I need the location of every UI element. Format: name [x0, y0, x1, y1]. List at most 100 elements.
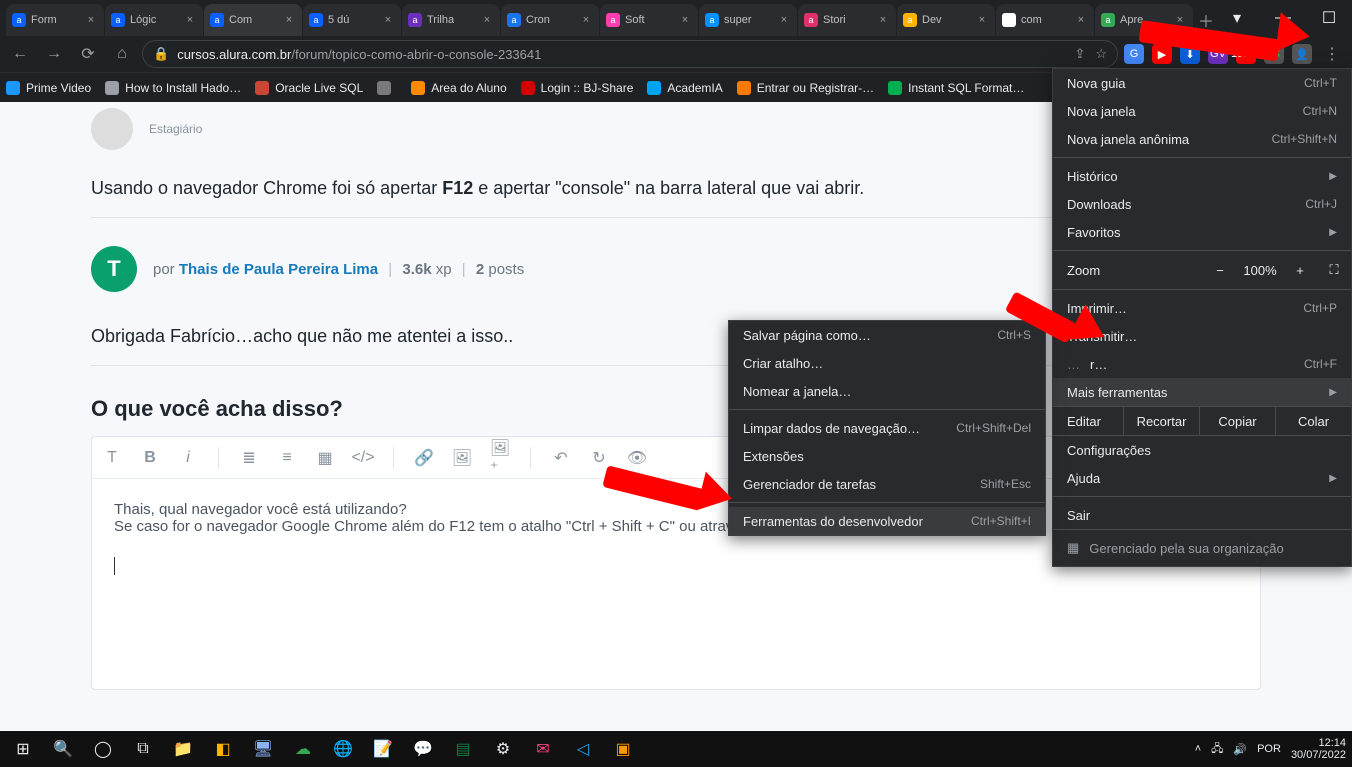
share-icon[interactable]: ⇪	[1074, 46, 1085, 62]
extension-icon[interactable]: GV	[1208, 44, 1228, 64]
new-tab-button[interactable]: ＋	[1198, 6, 1214, 34]
menu-paste-button[interactable]: Colar	[1275, 407, 1351, 435]
nav-reload-button[interactable]: ⟳	[74, 40, 102, 68]
close-tab-icon[interactable]: ×	[678, 13, 692, 27]
app-icon[interactable]: 💬	[406, 734, 440, 764]
close-tab-icon[interactable]: ×	[1173, 13, 1187, 27]
star-icon[interactable]: ☆	[1095, 46, 1107, 62]
close-tab-icon[interactable]: ×	[777, 13, 791, 27]
menu-item[interactable]: Nova guiaCtrl+T	[1053, 69, 1351, 97]
zoom-out-button[interactable]: −	[1203, 263, 1237, 278]
bookmark-item[interactable]: Oracle Live SQL	[255, 81, 363, 95]
italic-button[interactable]: i	[178, 448, 198, 468]
extension-icon[interactable]: ⬇	[1180, 44, 1200, 64]
menu-item[interactable]: Gerenciador de tarefasShift+Esc	[729, 470, 1045, 498]
chrome-menu-button[interactable]: ⋮	[1318, 40, 1346, 68]
menu-item-exit[interactable]: Sair	[1053, 501, 1351, 529]
browser-tab[interactable]: aStori×	[798, 4, 896, 36]
menu-item-history[interactable]: Histórico▶	[1053, 162, 1351, 190]
browser-tab[interactable]: aCron×	[501, 4, 599, 36]
list-ul-button[interactable]: ≣	[239, 448, 259, 468]
preview-button[interactable]: 👁	[627, 448, 647, 468]
close-tab-icon[interactable]: ×	[84, 13, 98, 27]
minimize-button[interactable]: —	[1260, 0, 1306, 36]
maximize-button[interactable]: ☐	[1306, 0, 1352, 36]
undo-button[interactable]: ↶	[551, 448, 571, 468]
cortana-button[interactable]: ◯	[86, 734, 120, 764]
menu-item[interactable]: Limpar dados de navegação…Ctrl+Shift+Del	[729, 414, 1045, 442]
browser-tab[interactable]: aTrilha×	[402, 4, 500, 36]
bookmark-item[interactable]: Entrar ou Registrar-…	[737, 81, 874, 95]
menu-item-find[interactable]: …r…Ctrl+F	[1053, 350, 1351, 378]
taskbar-clock[interactable]: 12:14 30/07/2022	[1291, 737, 1346, 761]
link-button[interactable]: 🔗	[414, 448, 434, 468]
menu-item[interactable]: Nova janelaCtrl+N	[1053, 97, 1351, 125]
app-icon[interactable]: ☁	[286, 734, 320, 764]
menu-item[interactable]: Nova janela anônimaCtrl+Shift+N	[1053, 125, 1351, 153]
menu-item-devtools[interactable]: Ferramentas do desenvolvedorCtrl+Shift+I	[729, 507, 1045, 535]
menu-item[interactable]: Criar atalho…	[729, 349, 1045, 377]
browser-tab[interactable]: aForm×	[6, 4, 104, 36]
browser-tab[interactable]: aApre×	[1095, 4, 1193, 36]
browser-tab[interactable]: aSoft×	[600, 4, 698, 36]
tray-volume-icon[interactable]: 🔊	[1233, 743, 1247, 756]
bookmark-item[interactable]: Instant SQL Format…	[888, 81, 1024, 95]
extension-icon[interactable]: 15min	[1236, 44, 1256, 64]
close-tab-icon[interactable]: ×	[381, 13, 395, 27]
browser-tab[interactable]: aCom×	[204, 4, 302, 36]
tray-language[interactable]: POR	[1257, 743, 1281, 755]
search-button[interactable]: 🔍	[46, 734, 80, 764]
extension-icon[interactable]: 👤	[1292, 44, 1312, 64]
menu-cut-button[interactable]: Recortar	[1123, 407, 1199, 435]
close-tab-icon[interactable]: ×	[975, 13, 989, 27]
tray-chevron-icon[interactable]: ˄	[1195, 743, 1201, 755]
sublime-icon[interactable]: ▣	[606, 734, 640, 764]
bookmark-item[interactable]: Area do Aluno	[411, 81, 506, 95]
close-tab-icon[interactable]: ×	[183, 13, 197, 27]
table-button[interactable]: ▦	[315, 448, 335, 468]
app-icon[interactable]: ✉	[526, 734, 560, 764]
author-link[interactable]: Thais de Paula Pereira Lima	[179, 261, 378, 278]
bookmark-item[interactable]: How to Install Hado…	[105, 81, 241, 95]
close-tab-icon[interactable]: ×	[1074, 13, 1088, 27]
nav-home-button[interactable]: ⌂	[108, 40, 136, 68]
start-button[interactable]: ⊞	[6, 734, 40, 764]
close-tab-icon[interactable]: ×	[480, 13, 494, 27]
extension-icon[interactable]: G	[1124, 44, 1144, 64]
browser-tab[interactable]: aLógic×	[105, 4, 203, 36]
menu-item-print[interactable]: Imprimir…Ctrl+P	[1053, 294, 1351, 322]
menu-item-more-tools[interactable]: Mais ferramentas▶	[1053, 378, 1351, 406]
heading-button[interactable]: T	[102, 448, 122, 468]
browser-tab[interactable]: asuper×	[699, 4, 797, 36]
excel-icon[interactable]: ▤	[446, 734, 480, 764]
nav-back-button[interactable]: ←	[6, 40, 34, 68]
close-tab-icon[interactable]: ×	[876, 13, 890, 27]
nav-forward-button[interactable]: →	[40, 40, 68, 68]
vscode-icon[interactable]: ◁	[566, 734, 600, 764]
bold-button[interactable]: B	[140, 448, 160, 468]
taskview-button[interactable]: ⧉	[126, 734, 160, 764]
app-icon[interactable]: 📝	[366, 734, 400, 764]
extension-icon[interactable]: 🧩	[1264, 44, 1284, 64]
browser-tab[interactable]: a5 dú×	[303, 4, 401, 36]
menu-item-favorites[interactable]: Favoritos▶	[1053, 218, 1351, 246]
close-tab-icon[interactable]: ×	[579, 13, 593, 27]
explorer-icon[interactable]: 📁	[166, 734, 200, 764]
caret-down-icon[interactable]: ▾	[1214, 0, 1260, 36]
list-ol-button[interactable]: ≡	[277, 448, 297, 468]
code-button[interactable]: </>	[353, 448, 373, 468]
settings-icon[interactable]: ⚙	[486, 734, 520, 764]
app-icon[interactable]: 🖥	[246, 734, 280, 764]
menu-item[interactable]: Extensões	[729, 442, 1045, 470]
bookmark-item[interactable]: Login :: BJ-Share	[521, 81, 634, 95]
extension-icon[interactable]: ▶	[1152, 44, 1172, 64]
browser-tab[interactable]: acom×	[996, 4, 1094, 36]
browser-tab[interactable]: aDev×	[897, 4, 995, 36]
chrome-icon[interactable]: 🌐	[326, 734, 360, 764]
fullscreen-button[interactable]: ⛶	[1317, 262, 1351, 278]
menu-item-help[interactable]: Ajuda▶	[1053, 464, 1351, 492]
omnibox[interactable]: 🔒 cursos.alura.com.br/forum/topico-como-…	[142, 40, 1118, 68]
bookmark-item[interactable]: AcademIA	[647, 81, 722, 95]
menu-item[interactable]: Salvar página como…Ctrl+S	[729, 321, 1045, 349]
zoom-in-button[interactable]: +	[1283, 263, 1317, 278]
